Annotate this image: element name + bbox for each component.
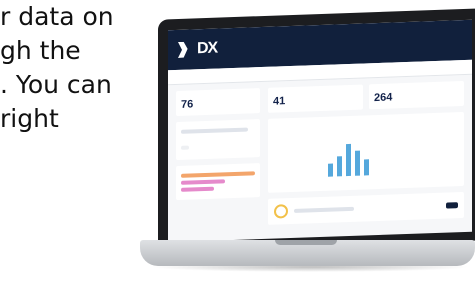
intro-line-3: . You can bbox=[0, 70, 112, 99]
bar-chart bbox=[328, 139, 378, 177]
chart-bar bbox=[364, 159, 369, 176]
info-card bbox=[268, 191, 464, 225]
stat-value-1: 41 bbox=[273, 95, 286, 108]
laptop-base bbox=[140, 240, 475, 266]
progress-card bbox=[176, 163, 260, 201]
stat-card-2: 264 bbox=[369, 80, 464, 110]
dashboard-body: 76 41 264 bbox=[168, 75, 472, 235]
stat-card-1: 41 bbox=[268, 84, 363, 113]
metric-value: 76 bbox=[181, 98, 194, 111]
chart-bar bbox=[328, 163, 333, 177]
brand-text: DX bbox=[197, 39, 218, 58]
chart-card bbox=[268, 111, 464, 193]
progress-bar-pink-1 bbox=[181, 179, 226, 185]
intro-text: r data on gh the . You can right bbox=[0, 0, 160, 136]
progress-bar-pink-2 bbox=[181, 186, 215, 192]
chart-bar bbox=[355, 150, 360, 176]
stats-row: 41 264 bbox=[268, 80, 464, 113]
intro-line-1: r data on bbox=[0, 2, 114, 31]
header-title bbox=[225, 46, 285, 48]
filter-placeholder-line bbox=[181, 127, 248, 134]
left-column: 76 bbox=[176, 88, 260, 228]
info-placeholder-line bbox=[294, 206, 354, 213]
laptop-notch bbox=[275, 240, 337, 245]
brand-mark-icon bbox=[178, 41, 194, 58]
metric-title bbox=[181, 93, 255, 96]
filter-card bbox=[176, 119, 260, 161]
cta-button[interactable] bbox=[446, 202, 458, 209]
right-column: 41 264 bbox=[268, 80, 464, 225]
filter-chip[interactable] bbox=[181, 145, 189, 150]
chart-bar bbox=[337, 156, 342, 177]
brand-logo[interactable]: DX bbox=[178, 40, 217, 59]
chart-bar bbox=[346, 143, 351, 177]
intro-line-4: right bbox=[0, 104, 59, 133]
progress-bar-orange bbox=[181, 171, 255, 178]
badge-icon bbox=[274, 204, 288, 219]
laptop-screen: DX 76 41 264 bbox=[168, 19, 472, 243]
metric-card: 76 bbox=[176, 88, 260, 117]
intro-line-2: gh the bbox=[0, 36, 81, 65]
stat-value-2: 264 bbox=[374, 91, 393, 105]
